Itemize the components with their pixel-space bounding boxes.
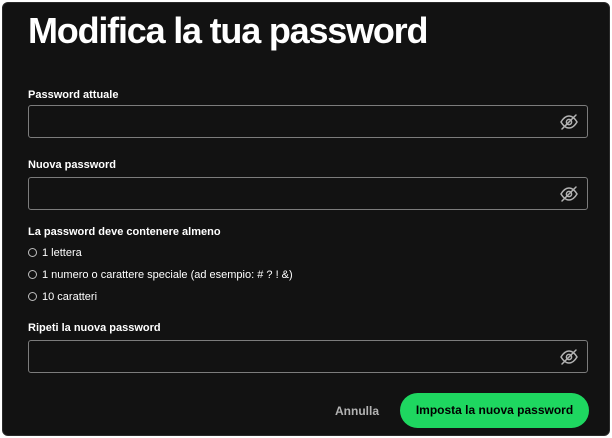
requirement-status-circle xyxy=(28,248,37,257)
requirement-status-circle xyxy=(28,292,37,301)
eye-slash-icon[interactable] xyxy=(559,113,579,131)
requirement-text: 10 caratteri xyxy=(42,291,98,303)
current-password-label: Password attuale xyxy=(28,89,119,101)
requirements-heading: La password deve contenere almeno xyxy=(28,226,221,238)
cancel-button[interactable]: Annulla xyxy=(328,401,386,421)
requirement-text: 1 lettera xyxy=(42,247,82,259)
change-password-panel: Modifica la tua password Password attual… xyxy=(2,2,610,436)
current-password-field-box xyxy=(28,105,588,138)
set-new-password-button[interactable]: Imposta la nuova password xyxy=(400,393,589,428)
eye-slash-icon[interactable] xyxy=(559,348,579,366)
repeat-password-label: Ripeti la nuova password xyxy=(28,322,161,334)
new-password-label: Nuova password xyxy=(28,159,117,171)
new-password-input[interactable] xyxy=(29,178,549,209)
requirement-status-circle xyxy=(28,270,37,279)
new-password-field-box xyxy=(28,177,588,210)
current-password-input[interactable] xyxy=(29,106,549,137)
repeat-password-input[interactable] xyxy=(29,341,549,372)
requirement-text: 1 numero o carattere speciale (ad esempi… xyxy=(42,269,293,281)
repeat-password-field-box xyxy=(28,340,588,373)
eye-slash-icon[interactable] xyxy=(559,185,579,203)
page-title: Modifica la tua password xyxy=(28,10,428,51)
